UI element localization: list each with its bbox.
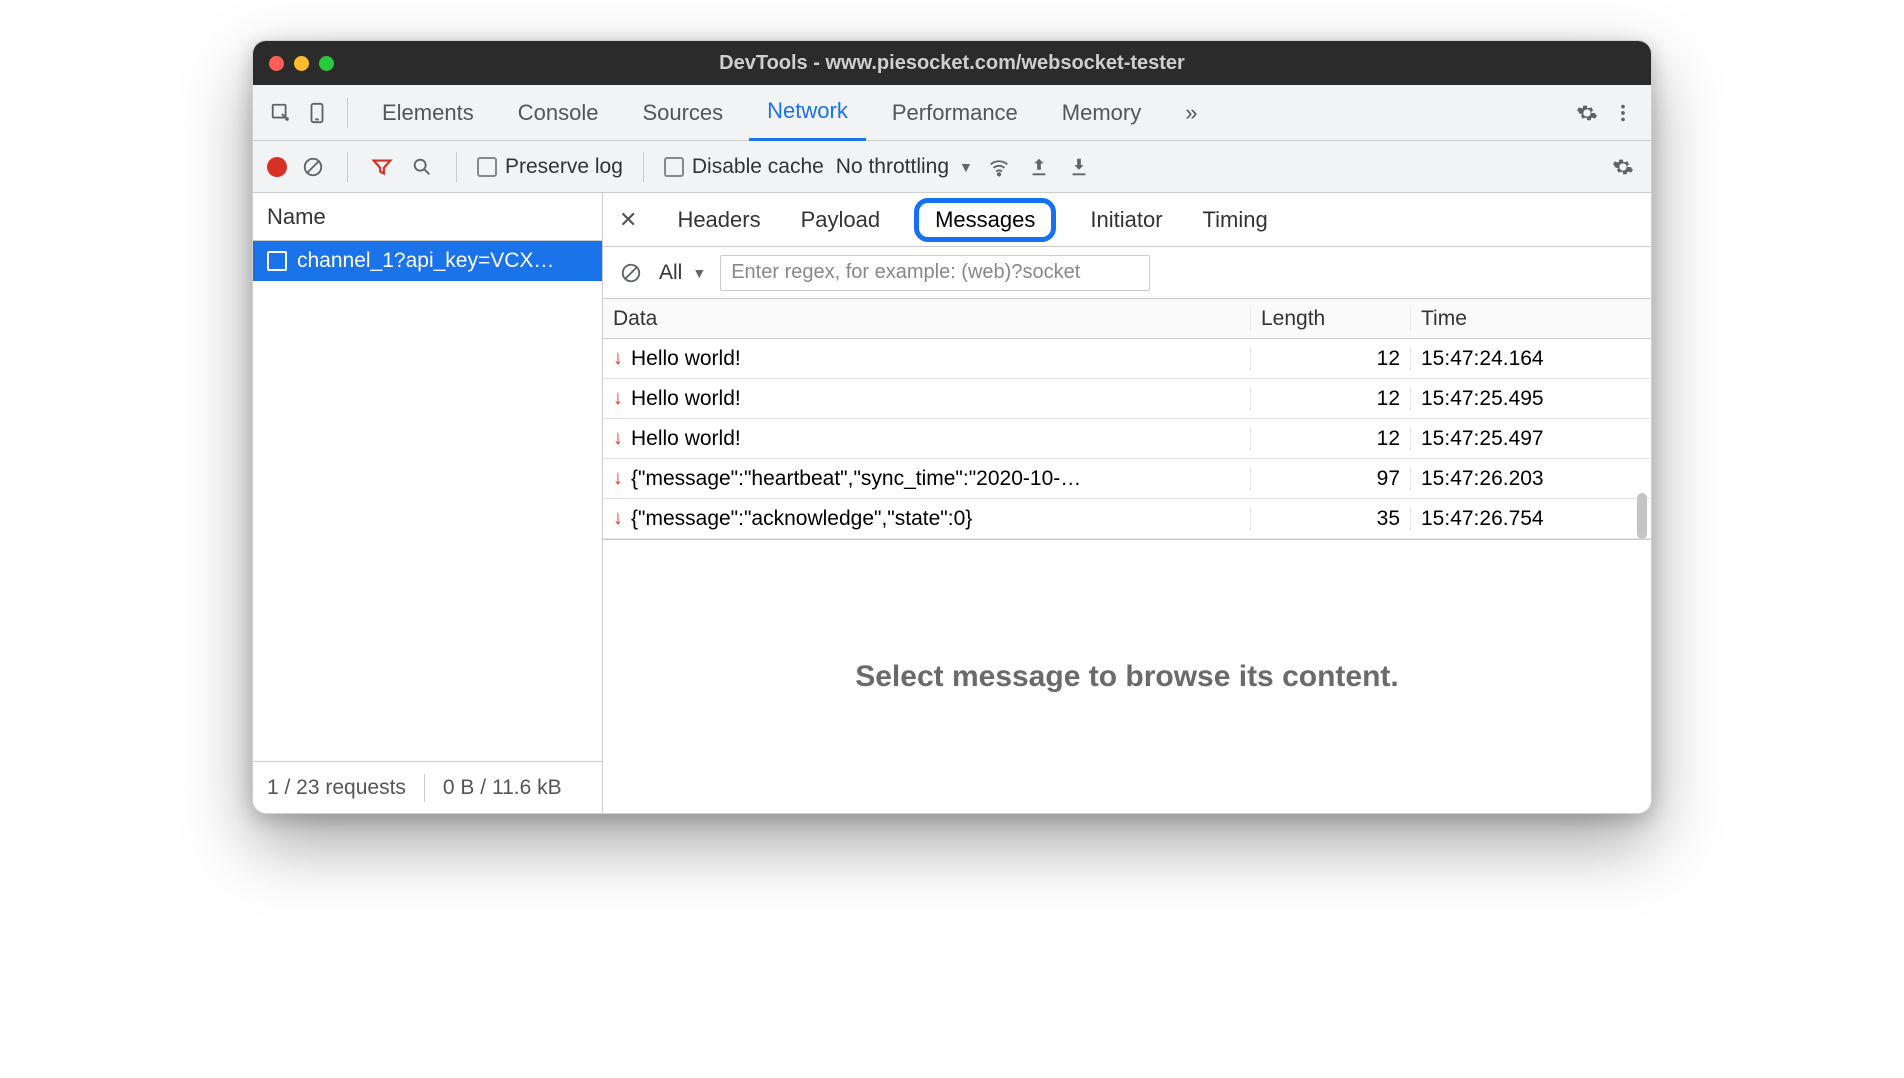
scrollbar-thumb[interactable] [1637,493,1647,539]
arrow-down-icon: ↓ [613,427,623,450]
messages-table: Data Length Time ↓ Hello world! 12 15:47:… [603,299,1651,539]
network-conditions-icon[interactable] [985,153,1013,181]
zoom-window-button[interactable] [319,56,334,71]
message-time: 15:47:24.164 [1411,347,1651,371]
close-detail-button[interactable]: ✕ [613,207,643,233]
message-row[interactable]: ↓ Hello world! 12 15:47:25.495 [603,379,1651,419]
arrow-down-icon: ↓ [613,387,623,410]
request-list: Name channel_1?api_key=VCX… 1 / 23 reque… [253,193,603,813]
network-toolbar: Preserve log Disable cache No throttling… [253,141,1651,193]
detail-panel: ✕ Headers Payload Messages Initiator Tim… [603,193,1651,813]
message-length: 35 [1251,507,1411,531]
arrow-down-icon: ↓ [613,347,623,370]
message-length: 12 [1251,347,1411,371]
dtab-headers[interactable]: Headers [671,203,766,237]
regex-filter-input[interactable]: Enter regex, for example: (web)?socket [720,255,1150,291]
disable-cache-checkbox[interactable]: Disable cache [664,155,824,179]
message-data: Hello world! [631,387,741,411]
regex-placeholder: Enter regex, for example: (web)?socket [731,261,1080,284]
message-row[interactable]: ↓{"message":"acknowledge","state":0} 35 … [603,499,1651,539]
col-data[interactable]: Data [603,307,1251,331]
devtools-window: DevTools - www.piesocket.com/websocket-t… [252,40,1652,814]
tab-elements[interactable]: Elements [364,85,492,141]
message-data: {"message":"acknowledge","state":0} [631,507,972,531]
preserve-log-checkbox[interactable]: Preserve log [477,155,623,179]
message-time: 15:47:26.754 [1411,507,1651,531]
request-name: channel_1?api_key=VCX… [297,249,554,273]
message-filter-label: All [659,261,682,285]
message-row[interactable]: ↓ Hello world! 12 15:47:25.497 [603,419,1651,459]
col-time[interactable]: Time [1411,307,1651,331]
throttling-select[interactable]: No throttling ▼ [836,155,973,179]
minimize-window-button[interactable] [294,56,309,71]
message-length: 97 [1251,467,1411,491]
panel-tabs: Elements Console Sources Network Perform… [253,85,1651,141]
message-time: 15:47:25.495 [1411,387,1651,411]
network-settings-icon[interactable] [1609,153,1637,181]
arrow-down-icon: ↓ [613,507,623,530]
transfer-size: 0 B / 11.6 kB [443,776,562,800]
message-time: 15:47:26.203 [1411,467,1651,491]
messages-header-row: Data Length Time [603,299,1651,339]
disable-cache-label: Disable cache [692,155,824,179]
window-controls [269,56,334,71]
window-title: DevTools - www.piesocket.com/websocket-t… [253,52,1651,75]
col-length[interactable]: Length [1251,307,1411,331]
titlebar: DevTools - www.piesocket.com/websocket-t… [253,41,1651,85]
dtab-payload[interactable]: Payload [795,203,887,237]
message-row[interactable]: ↓ {"message":"heartbeat","sync_time":"202… [603,459,1651,499]
inspect-icon[interactable] [267,99,295,127]
websocket-icon [267,251,287,271]
arrow-down-icon: ↓ [613,467,623,490]
message-length: 12 [1251,387,1411,411]
status-bar: 1 / 23 requests 0 B / 11.6 kB [253,761,602,813]
message-length: 12 [1251,427,1411,451]
message-row[interactable]: ↓ Hello world! 12 15:47:24.164 [603,339,1651,379]
tab-console[interactable]: Console [500,85,617,141]
clear-icon[interactable] [299,153,327,181]
clear-messages-icon[interactable] [617,259,645,287]
message-data: Hello world! [631,427,741,451]
search-icon[interactable] [408,153,436,181]
request-list-header[interactable]: Name [253,193,602,241]
tab-network[interactable]: Network [749,85,866,141]
more-tabs[interactable]: » [1167,85,1215,141]
kebab-menu-icon[interactable] [1609,99,1637,127]
message-time: 15:47:25.497 [1411,427,1651,451]
request-row-selected[interactable]: channel_1?api_key=VCX… [253,241,602,281]
dtab-timing[interactable]: Timing [1197,203,1274,237]
messages-filterbar: All ▼ Enter regex, for example: (web)?so… [603,247,1651,299]
preserve-log-label: Preserve log [505,155,623,179]
throttling-label: No throttling [836,155,949,179]
message-data: Hello world! [631,347,741,371]
filter-icon[interactable] [368,153,396,181]
upload-icon[interactable] [1025,153,1053,181]
dtab-initiator[interactable]: Initiator [1084,203,1168,237]
download-icon[interactable] [1065,153,1093,181]
requests-count: 1 / 23 requests [267,776,406,800]
chevron-down-icon: ▼ [692,265,706,281]
device-toolbar-icon[interactable] [303,99,331,127]
chevron-down-icon: ▼ [959,159,973,175]
close-window-button[interactable] [269,56,284,71]
dtab-messages[interactable]: Messages [914,198,1056,242]
settings-icon[interactable] [1573,99,1601,127]
tab-performance[interactable]: Performance [874,85,1036,141]
tab-memory[interactable]: Memory [1044,85,1159,141]
empty-state-message: Select message to browse its content. [603,539,1651,813]
tab-sources[interactable]: Sources [624,85,741,141]
message-data: {"message":"heartbeat","sync_time":"2020… [631,467,1081,491]
message-type-filter[interactable]: All ▼ [659,261,706,285]
detail-tabs: ✕ Headers Payload Messages Initiator Tim… [603,193,1651,247]
record-button[interactable] [267,157,287,177]
